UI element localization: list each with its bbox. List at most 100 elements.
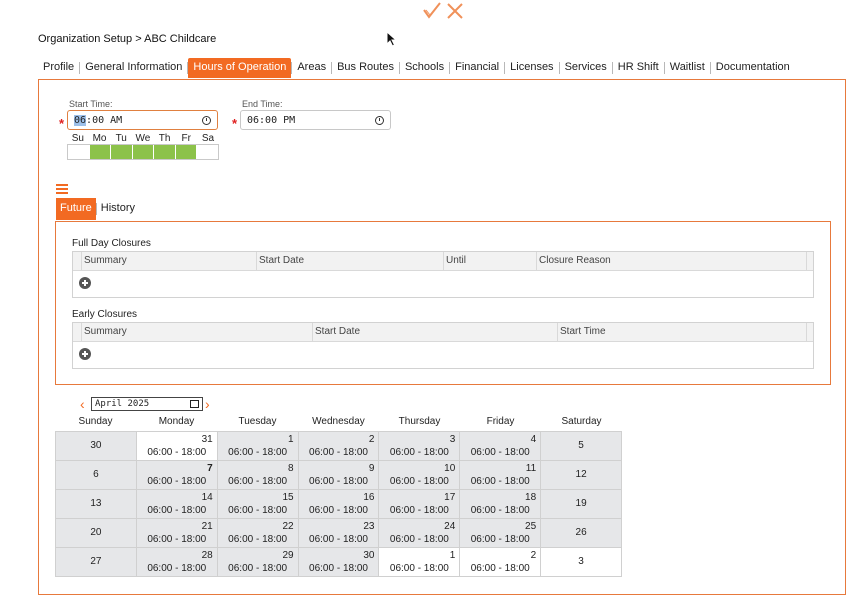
calendar-day[interactable]: 28 06:00 - 18:00 — [136, 548, 218, 577]
add-full-day-closure-button[interactable] — [79, 277, 91, 289]
day-hours: 06:00 - 18:00 — [389, 563, 449, 574]
tab-documentation[interactable]: Documentation — [711, 58, 795, 78]
save-check-icon[interactable] — [422, 1, 442, 19]
tab-services[interactable]: Services — [560, 58, 612, 78]
calendar-day[interactable]: 1 06:00 - 18:00 — [379, 548, 461, 577]
calendar-day[interactable]: 20 — [56, 519, 137, 548]
calendar-day[interactable]: 7 06:00 - 18:00 — [136, 461, 218, 490]
day-toggle[interactable] — [132, 145, 155, 159]
calendar-day[interactable]: 3 — [541, 548, 623, 577]
day-toggle[interactable] — [111, 145, 133, 159]
calendar-day[interactable]: 4 06:00 - 18:00 — [460, 432, 542, 461]
calendar-day[interactable]: 14 06:00 - 18:00 — [136, 490, 218, 519]
day-hours: 06:00 - 18:00 — [470, 563, 530, 574]
clock-icon[interactable] — [202, 115, 211, 125]
calendar-day[interactable]: 22 06:00 - 18:00 — [217, 519, 299, 548]
day-toggle[interactable] — [175, 145, 198, 159]
calendar-icon[interactable] — [190, 400, 199, 408]
month-picker[interactable]: April 2025 — [91, 397, 203, 411]
calendar-day[interactable]: 21 06:00 - 18:00 — [136, 519, 218, 548]
tab-waitlist[interactable]: Waitlist — [665, 58, 710, 78]
calendar-day[interactable]: 8 06:00 - 18:00 — [217, 461, 299, 490]
tab-licenses[interactable]: Licenses — [505, 58, 558, 78]
tab-hr-shift[interactable]: HR Shift — [613, 58, 664, 78]
calendar-day[interactable]: 18 06:00 - 18:00 — [460, 490, 542, 519]
column-header[interactable]: Summary — [82, 252, 257, 270]
calendar-day[interactable]: 2 06:00 - 18:00 — [460, 548, 542, 577]
day-toggle[interactable] — [68, 145, 90, 159]
end-time-input[interactable]: 06:00 PM — [240, 110, 391, 130]
day-number: 5 — [578, 440, 584, 451]
calendar-day[interactable]: 11 06:00 - 18:00 — [460, 461, 542, 490]
calendar-day[interactable]: 26 — [541, 519, 623, 548]
calendar-day[interactable]: 27 — [56, 548, 137, 577]
calendar-day[interactable]: 25 06:00 - 18:00 — [460, 519, 542, 548]
calendar-day[interactable]: 24 06:00 - 18:00 — [379, 519, 461, 548]
cancel-x-icon[interactable] — [446, 2, 464, 20]
tab-hours-of-operation[interactable]: Hours of Operation — [188, 58, 292, 78]
add-early-closure-button[interactable] — [79, 348, 91, 360]
calendar-day[interactable]: 5 — [541, 432, 623, 461]
day-toggle[interactable] — [197, 145, 218, 159]
tab-schools[interactable]: Schools — [400, 58, 449, 78]
main-tabs: Profile General Information Hours of Opera… — [38, 58, 795, 78]
day-number: 27 — [90, 556, 102, 567]
calendar-day[interactable]: 19 — [541, 490, 623, 519]
day-toggle[interactable] — [154, 145, 176, 159]
column-header[interactable]: Closure Reason — [537, 252, 807, 270]
tab-bus-routes[interactable]: Bus Routes — [332, 58, 399, 78]
calendar-day[interactable]: 29 06:00 - 18:00 — [217, 548, 299, 577]
day-hours: 06:00 - 18:00 — [228, 476, 288, 487]
prev-month-icon[interactable]: ‹ — [80, 396, 89, 412]
subtab-future[interactable]: Future — [56, 198, 96, 220]
column-header[interactable]: Start Date — [257, 252, 444, 270]
weekday-header: Monday — [158, 416, 195, 427]
calendar-day[interactable]: 1 06:00 - 18:00 — [217, 432, 299, 461]
calendar-day[interactable]: 6 — [56, 461, 137, 490]
day-label: Tu — [115, 133, 127, 144]
table-header: Summary Start Date Until Closure Reason — [73, 252, 813, 271]
calendar-day[interactable]: 30 — [56, 432, 137, 461]
calendar-day[interactable]: 9 06:00 - 18:00 — [298, 461, 380, 490]
menu-icon[interactable] — [56, 184, 68, 196]
day-number: 26 — [575, 527, 587, 538]
day-number: 17 — [444, 492, 456, 503]
calendar-day[interactable]: 3 06:00 - 18:00 — [379, 432, 461, 461]
calendar-day[interactable]: 23 06:00 - 18:00 — [298, 519, 380, 548]
calendar-day[interactable]: 17 06:00 - 18:00 — [379, 490, 461, 519]
calendar-day[interactable]: 31 06:00 - 18:00 — [136, 432, 218, 461]
calendar-day[interactable]: 16 06:00 - 18:00 — [298, 490, 380, 519]
day-number: 24 — [444, 521, 456, 532]
column-header[interactable]: Summary — [82, 323, 313, 341]
column-header[interactable]: Until — [444, 252, 537, 270]
day-number: 13 — [90, 498, 102, 509]
start-time-input[interactable]: 06:00 AM — [67, 110, 218, 130]
weekday-header: Saturday — [561, 416, 602, 427]
subtab-history[interactable]: History — [97, 198, 139, 220]
day-number: 28 — [201, 550, 213, 561]
day-number: 14 — [201, 492, 213, 503]
day-number: 11 — [525, 463, 537, 474]
calendar-day[interactable]: 30 06:00 - 18:00 — [298, 548, 380, 577]
day-toggle[interactable] — [89, 145, 112, 159]
calendar-nav: ‹ April 2025 › — [80, 396, 214, 412]
day-number: 19 — [575, 498, 587, 509]
calendar-day[interactable]: 2 06:00 - 18:00 — [298, 432, 380, 461]
next-month-icon[interactable]: › — [205, 396, 214, 412]
day-number: 15 — [282, 492, 294, 503]
day-number: 31 — [201, 434, 213, 445]
tab-profile[interactable]: Profile — [38, 58, 79, 78]
closure-subtabs: Future History — [56, 198, 139, 220]
calendar-day[interactable]: 12 — [541, 461, 623, 490]
clock-icon[interactable] — [375, 115, 384, 125]
tab-general-information[interactable]: General Information — [80, 58, 187, 78]
day-hours: 06:00 - 18:00 — [309, 476, 368, 487]
calendar-day[interactable]: 10 06:00 - 18:00 — [379, 461, 461, 490]
tab-financial[interactable]: Financial — [450, 58, 504, 78]
tab-areas[interactable]: Areas — [292, 58, 331, 78]
calendar-day[interactable]: 15 06:00 - 18:00 — [217, 490, 299, 519]
column-header[interactable]: Start Time — [558, 323, 807, 341]
calendar-day[interactable]: 13 — [56, 490, 137, 519]
column-header[interactable]: Start Date — [313, 323, 558, 341]
day-number: 30 — [363, 550, 375, 561]
